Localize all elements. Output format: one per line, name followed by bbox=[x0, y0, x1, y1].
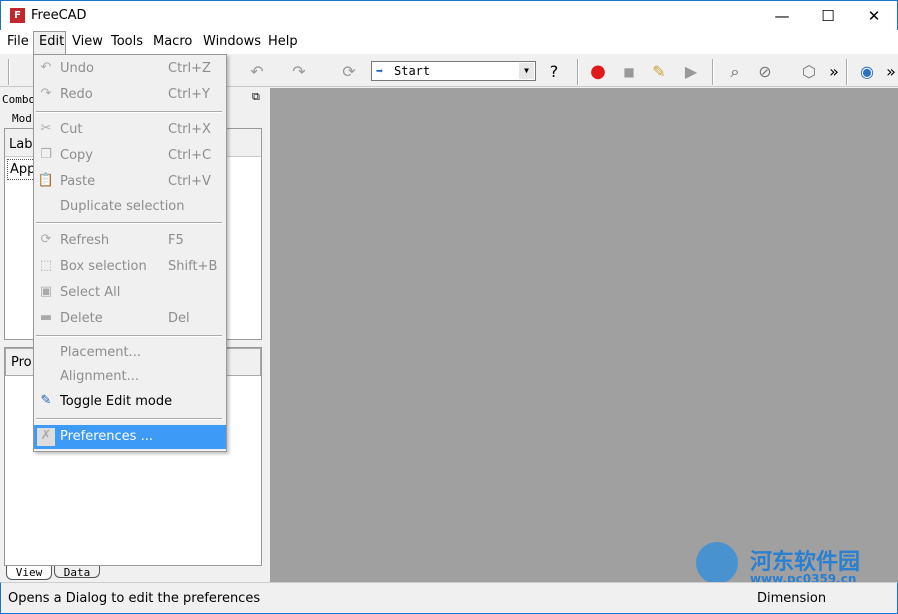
status-message: Opens a Dialog to edit the preferences bbox=[8, 591, 261, 606]
tab-view[interactable]: View bbox=[6, 566, 52, 580]
menu-item-label: Delete bbox=[60, 311, 103, 326]
redo-icon[interactable]: ↷ bbox=[288, 61, 310, 83]
undo-icon: ↶ bbox=[40, 60, 52, 75]
refresh-icon[interactable]: ⟳ bbox=[338, 61, 360, 83]
workbench-value: Start bbox=[394, 64, 431, 78]
draw-style-icon[interactable]: ⊘ bbox=[754, 61, 776, 83]
menu-item-label: Placement... bbox=[60, 345, 141, 360]
workbench-selector[interactable]: ➡ Start ▼ bbox=[371, 61, 536, 81]
menu-item-label: Select All bbox=[60, 285, 121, 300]
pencil-icon: ✎ bbox=[40, 393, 52, 408]
overflow-button-2[interactable]: » bbox=[880, 61, 898, 83]
axonometric-icon[interactable]: ⬡ bbox=[798, 61, 820, 83]
menu-item-paste[interactable]: 📋 Paste Ctrl+V bbox=[34, 170, 226, 194]
chevron-down-icon[interactable]: ▼ bbox=[519, 63, 534, 79]
menu-item-label: Redo bbox=[60, 87, 93, 102]
zoom-icon[interactable]: ⌕ bbox=[724, 61, 746, 83]
menu-item-label: Preferences ... bbox=[60, 429, 153, 444]
menu-item-delete[interactable]: ▬ Delete Del bbox=[34, 307, 226, 331]
watermark: 河东软件园 www.pc0359.cn bbox=[692, 540, 892, 586]
float-icon[interactable]: ⧉ bbox=[252, 90, 260, 104]
menu-help[interactable]: Help bbox=[268, 34, 298, 49]
menu-bar: File Edit View Tools Macro Windows Help bbox=[0, 30, 898, 54]
menu-item-shortcut: Ctrl+Z bbox=[168, 61, 211, 76]
tab-data[interactable]: Data bbox=[54, 566, 100, 579]
menu-item-cut[interactable]: ✂ Cut Ctrl+X bbox=[34, 118, 226, 142]
menu-item-label: Undo bbox=[60, 61, 94, 76]
overflow-button[interactable]: » bbox=[823, 61, 845, 83]
paste-icon: 📋 bbox=[37, 173, 55, 188]
menu-separator bbox=[36, 418, 222, 420]
menu-item-shortcut: Shift+B bbox=[168, 259, 218, 274]
menu-item-label: Refresh bbox=[60, 233, 110, 248]
menu-edit[interactable]: Edit bbox=[39, 34, 64, 49]
title-bar: F FreeCAD — ☐ ✕ bbox=[0, 0, 898, 30]
run-macro-icon[interactable]: ▶ bbox=[680, 61, 702, 83]
menu-item-label: Toggle Edit mode bbox=[60, 394, 173, 409]
menu-item-shortcut: Ctrl+X bbox=[168, 122, 211, 137]
undo-icon[interactable]: ↶ bbox=[246, 61, 268, 83]
tab-model[interactable]: Mod bbox=[12, 112, 32, 125]
close-button[interactable]: ✕ bbox=[851, 1, 897, 31]
edit-menu-dropdown: ↶ Undo Ctrl+Z ↷ Redo Ctrl+Y ✂ Cut Ctrl+X ❐ Copy Ctr… bbox=[33, 54, 227, 452]
menu-item-shortcut: Ctrl+V bbox=[168, 174, 211, 189]
status-bar: Opens a Dialog to edit the preferences D… bbox=[0, 582, 898, 614]
combo-title: Combo bbox=[2, 93, 36, 106]
menu-item-redo[interactable]: ↷ Redo Ctrl+Y bbox=[34, 83, 226, 107]
menu-item-alignment[interactable]: Alignment... bbox=[34, 365, 226, 389]
menu-view[interactable]: View bbox=[72, 34, 103, 49]
menu-item-copy[interactable]: ❐ Copy Ctrl+C bbox=[34, 144, 226, 168]
whats-this-icon[interactable]: ? bbox=[543, 61, 565, 83]
3d-view-area[interactable] bbox=[270, 88, 898, 582]
select-all-icon: ▣ bbox=[39, 284, 53, 299]
menu-windows[interactable]: Windows bbox=[203, 34, 261, 49]
menu-file[interactable]: File bbox=[7, 34, 29, 49]
menu-item-refresh[interactable]: ⟳ Refresh F5 bbox=[34, 229, 226, 253]
menu-item-label: Cut bbox=[60, 122, 83, 137]
scissors-icon: ✂ bbox=[40, 121, 52, 136]
web-icon[interactable]: ◉ bbox=[856, 61, 878, 83]
status-dimension[interactable]: Dimension bbox=[757, 591, 826, 606]
menu-item-preferences[interactable]: ✗ Preferences ... bbox=[34, 425, 226, 449]
menu-item-select-all[interactable]: ▣ Select All bbox=[34, 281, 226, 305]
stop-macro-icon[interactable]: ■ bbox=[618, 61, 640, 83]
refresh-icon: ⟳ bbox=[40, 232, 52, 247]
minimize-button[interactable]: — bbox=[759, 1, 805, 31]
menu-item-placement[interactable]: Placement... bbox=[34, 341, 226, 365]
menu-item-label: Paste bbox=[60, 174, 96, 189]
menu-item-duplicate-selection[interactable]: Duplicate selection bbox=[34, 195, 226, 219]
menu-item-label: Box selection bbox=[60, 259, 147, 274]
delete-icon: ▬ bbox=[39, 310, 53, 325]
menu-item-label: Copy bbox=[60, 148, 93, 163]
menu-item-undo[interactable]: ↶ Undo Ctrl+Z bbox=[34, 57, 226, 81]
menu-separator bbox=[36, 335, 222, 337]
edit-macro-icon[interactable]: ✎ bbox=[648, 61, 670, 83]
menu-item-shortcut: F5 bbox=[168, 233, 184, 248]
menu-separator bbox=[36, 111, 222, 113]
box-selection-icon: ⬚ bbox=[39, 258, 53, 273]
copy-icon: ❐ bbox=[40, 147, 52, 162]
menu-item-shortcut: Ctrl+C bbox=[168, 148, 212, 163]
tools-icon: ✗ bbox=[37, 428, 55, 446]
menu-macro[interactable]: Macro bbox=[153, 34, 192, 49]
maximize-button[interactable]: ☐ bbox=[805, 1, 851, 31]
menu-item-shortcut: Del bbox=[168, 311, 190, 326]
window-title: FreeCAD bbox=[31, 8, 87, 23]
arrow-right-icon: ➡ bbox=[376, 64, 384, 78]
menu-item-box-selection[interactable]: ⬚ Box selection Shift+B bbox=[34, 255, 226, 279]
menu-item-label: Duplicate selection bbox=[60, 199, 185, 214]
menu-item-toggle-edit-mode[interactable]: ✎ Toggle Edit mode bbox=[34, 390, 226, 414]
record-macro-icon[interactable]: ● bbox=[587, 61, 609, 83]
redo-icon: ↷ bbox=[40, 86, 52, 101]
freecad-logo-icon: F bbox=[10, 8, 25, 23]
menu-tools[interactable]: Tools bbox=[111, 34, 143, 49]
menu-separator bbox=[36, 222, 222, 224]
menu-item-label: Alignment... bbox=[60, 369, 140, 384]
menu-item-shortcut: Ctrl+Y bbox=[168, 87, 210, 102]
